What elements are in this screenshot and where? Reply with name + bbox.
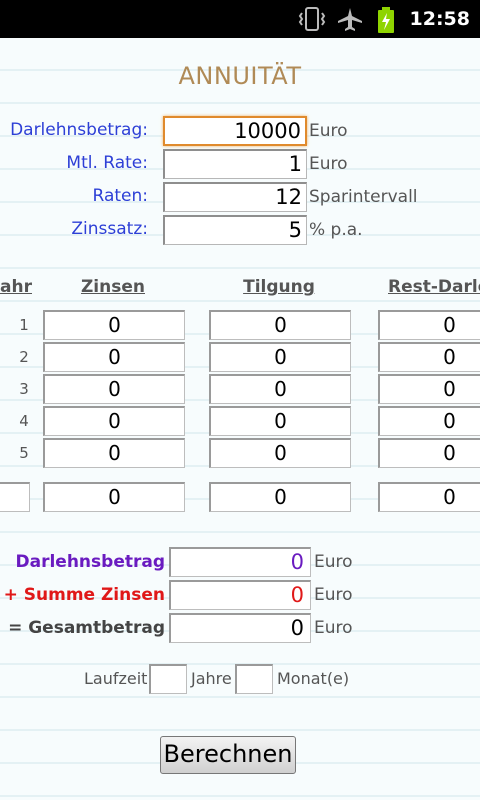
rest-darlehen-cell[interactable]: 0	[378, 310, 480, 340]
status-bar: 12:58	[0, 0, 480, 38]
rest-darlehen-cell[interactable]: 0	[378, 438, 480, 468]
laufzeit-label: Laufzeit	[84, 669, 148, 688]
row-number: 2	[19, 348, 29, 366]
summary-darlehnsbetrag-value: 0	[169, 547, 311, 577]
mtl-rate-unit: Euro	[309, 154, 348, 174]
rest-darlehen-total-cell[interactable]: 0	[378, 482, 480, 512]
darlehnsbetrag-label: Darlehnsbetrag:	[10, 120, 148, 140]
rest-darlehen-cell[interactable]: 0	[378, 406, 480, 436]
zinsen-cell[interactable]: 0	[43, 374, 185, 404]
laufzeit-jahre-input[interactable]	[149, 664, 187, 694]
mtl-rate-label: Mtl. Rate:	[66, 153, 148, 173]
col-header-tilgung: Tilgung	[243, 277, 315, 297]
tilgung-cell[interactable]: 0	[209, 310, 351, 340]
page-title: ANNUITÄT	[178, 62, 302, 90]
rest-darlehen-cell[interactable]: 0	[378, 342, 480, 372]
summary-summe-zinsen-label: + Summe Zinsen	[3, 585, 165, 605]
laufzeit-monate-label: Monat(e)	[277, 669, 350, 688]
summary-darlehnsbetrag-unit: Euro	[314, 552, 353, 572]
berechnen-button[interactable]: Berechnen	[160, 736, 296, 774]
raten-unit: Sparintervall	[309, 187, 418, 207]
summary-summe-zinsen-value: 0	[169, 580, 311, 610]
zinsen-cell[interactable]: 0	[43, 438, 185, 468]
zinssatz-label: Zinssatz:	[71, 219, 148, 239]
raten-label: Raten:	[92, 186, 148, 206]
mtl-rate-input[interactable]: 1	[163, 149, 307, 179]
vibrate-icon	[298, 6, 326, 36]
col-header-rest-darlehen: Rest-Darlehen	[388, 277, 480, 297]
summary-gesamtbetrag-unit: Euro	[314, 618, 353, 638]
rest-darlehen-cell[interactable]: 0	[378, 374, 480, 404]
laufzeit-monate-input[interactable]	[235, 664, 273, 694]
zinssatz-input[interactable]: 5	[163, 215, 307, 245]
col-header-zinsen: Zinsen	[80, 277, 145, 297]
battery-charging-icon	[376, 6, 396, 38]
tilgung-cell[interactable]: 0	[209, 438, 351, 468]
row-number: 4	[19, 412, 29, 430]
summary-gesamtbetrag-label: = Gesamtbetrag	[8, 618, 165, 638]
airplane-mode-icon	[336, 6, 364, 36]
tilgung-cell[interactable]: 0	[209, 374, 351, 404]
row-number: 1	[19, 316, 29, 334]
raten-input[interactable]: 12	[163, 182, 307, 212]
zinsen-cell[interactable]: 0	[43, 342, 185, 372]
zinsen-cell[interactable]: 0	[43, 406, 185, 436]
summary-gesamtbetrag-value: 0	[169, 613, 311, 643]
row-number: 3	[19, 380, 29, 398]
summary-darlehnsbetrag-label: Darlehnsbetrag	[15, 552, 166, 572]
jahr-total-cell[interactable]	[0, 482, 30, 512]
status-time: 12:58	[409, 8, 470, 30]
tilgung-cell[interactable]: 0	[209, 406, 351, 436]
darlehnsbetrag-input[interactable]: 10000	[163, 116, 307, 146]
col-header-jahr: Jahr	[0, 277, 32, 297]
tilgung-cell[interactable]: 0	[209, 342, 351, 372]
zinsen-total-cell[interactable]: 0	[43, 482, 185, 512]
zinsen-cell[interactable]: 0	[43, 310, 185, 340]
zinssatz-unit: % p.a.	[309, 220, 363, 240]
tilgung-total-cell[interactable]: 0	[209, 482, 351, 512]
laufzeit-jahre-label: Jahre	[191, 669, 232, 688]
row-number: 5	[19, 444, 29, 462]
summary-summe-zinsen-unit: Euro	[314, 585, 353, 605]
darlehnsbetrag-unit: Euro	[309, 121, 348, 141]
app-content: ANNUITÄT Darlehnsbetrag: 10000 Euro Mtl.…	[0, 38, 480, 800]
